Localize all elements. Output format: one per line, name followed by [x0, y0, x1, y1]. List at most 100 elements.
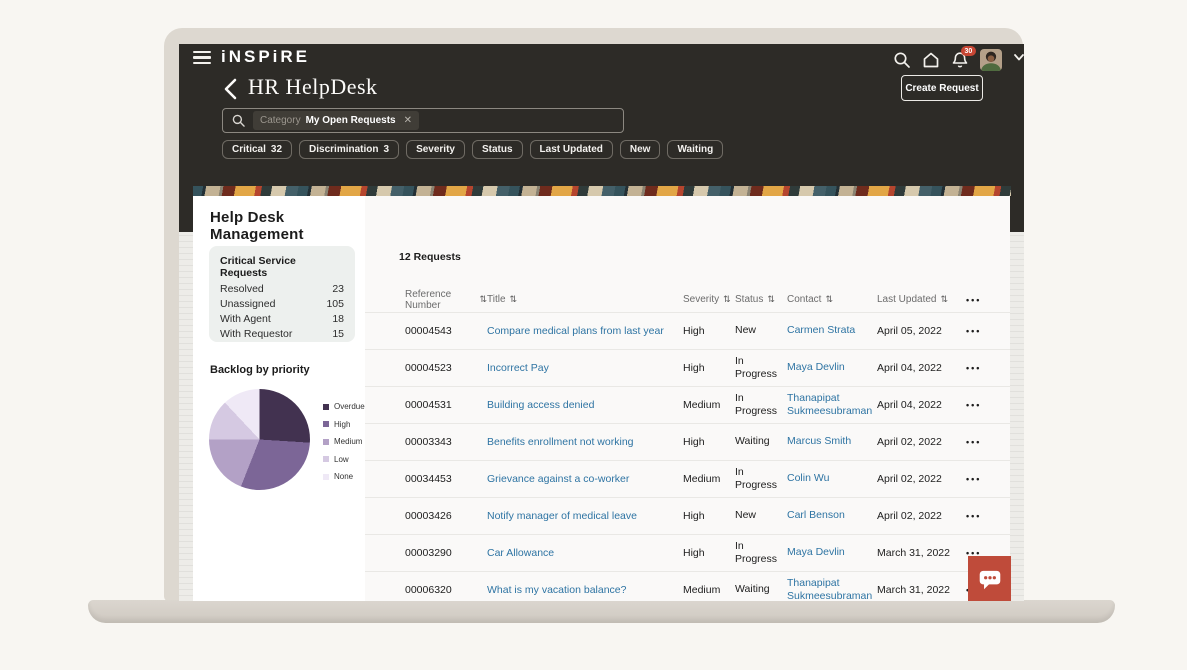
- sort-icon[interactable]: ⇅: [479, 294, 487, 305]
- cell-contact-link[interactable]: Maya Devlin: [787, 546, 877, 559]
- column-header-label: Reference Number: [405, 289, 475, 311]
- filter-chip-critical[interactable]: Critical32: [222, 140, 292, 159]
- column-header-status[interactable]: Status⇅: [735, 294, 787, 305]
- back-arrow-icon[interactable]: [222, 78, 238, 100]
- legend-marker: [323, 421, 329, 427]
- sort-icon[interactable]: ⇅: [767, 294, 775, 305]
- chip-value: My Open Requests: [306, 115, 396, 126]
- cell-contact-link[interactable]: Carl Benson: [787, 509, 877, 522]
- cell-title-link[interactable]: Notify manager of medical leave: [487, 510, 683, 522]
- row-overflow-icon[interactable]: •••: [966, 363, 1010, 373]
- hamburger-menu-icon[interactable]: [193, 51, 211, 64]
- filter-chip-discrimination[interactable]: Discrimination3: [299, 140, 399, 159]
- legend-item-medium: Medium: [323, 437, 365, 446]
- cell-severity: Medium: [683, 399, 735, 411]
- column-header-label: Title: [487, 294, 506, 305]
- stats-label: With Requestor: [220, 327, 292, 342]
- sidebar-title: Help Desk Management: [210, 209, 365, 243]
- legend-item-none: None: [323, 472, 365, 481]
- chat-widget-button[interactable]: [968, 556, 1011, 601]
- stats-label: Unassigned: [220, 297, 275, 312]
- cell-title-link[interactable]: Building access denied: [487, 399, 683, 411]
- cell-severity: High: [683, 547, 735, 559]
- cell-contact-link[interactable]: Carmen Strata: [787, 324, 877, 337]
- request-count-label: 12 Requests: [399, 251, 461, 263]
- cell-severity: High: [683, 510, 735, 522]
- chip-close-icon[interactable]: ✕: [404, 115, 412, 126]
- cell-title-link[interactable]: Grievance against a co-worker: [487, 473, 683, 485]
- table-row[interactable]: 00003290Car AllowanceHighIn ProgressMaya…: [365, 534, 1010, 571]
- create-request-button[interactable]: Create Request: [901, 75, 983, 101]
- filter-chip-label: Critical: [232, 144, 266, 155]
- cell-contact-link[interactable]: Thanapipat Sukmeesubraman: [787, 392, 877, 418]
- stats-label: With Agent: [220, 312, 271, 327]
- cell-contact-link[interactable]: Colin Wu: [787, 472, 877, 485]
- filter-chip-new[interactable]: New: [620, 140, 661, 159]
- sort-icon[interactable]: ⇅: [510, 294, 518, 305]
- cell-severity: High: [683, 325, 735, 337]
- table-row[interactable]: 00006320What is my vacation balance?Medi…: [365, 571, 1010, 601]
- cell-contact-link[interactable]: Thanapipat Sukmeesubraman: [787, 577, 877, 601]
- sort-icon[interactable]: ⇅: [941, 294, 949, 305]
- row-overflow-icon[interactable]: •••: [966, 326, 1010, 336]
- stats-card-title: Critical Service Requests: [220, 255, 344, 279]
- user-avatar[interactable]: [980, 49, 1002, 71]
- row-overflow-icon[interactable]: •••: [966, 400, 1010, 410]
- filter-chip-last-updated[interactable]: Last Updated: [530, 140, 613, 159]
- cell-contact-link[interactable]: Marcus Smith: [787, 435, 877, 448]
- row-overflow-icon[interactable]: •••: [966, 474, 1010, 484]
- row-overflow-icon[interactable]: •••: [966, 437, 1010, 447]
- filter-chip-severity[interactable]: Severity: [406, 140, 465, 159]
- cell-status: Waiting: [735, 435, 787, 448]
- table-row[interactable]: 00003343Benefits enrollment not workingH…: [365, 423, 1010, 460]
- home-icon[interactable]: [922, 51, 940, 69]
- column-header-last-updated[interactable]: Last Updated⇅: [877, 294, 966, 305]
- filter-chip-waiting[interactable]: Waiting: [667, 140, 723, 159]
- cell-reference-number: 00004531: [405, 399, 487, 411]
- critical-service-requests-card: Critical Service Requests Resolved23Unas…: [209, 246, 355, 342]
- column-header-contact[interactable]: Contact⇅: [787, 294, 877, 305]
- cell-title-link[interactable]: Compare medical plans from last year: [487, 325, 683, 337]
- cell-last-updated: April 05, 2022: [877, 325, 966, 337]
- search-filter-chip[interactable]: Category My Open Requests ✕: [253, 111, 419, 130]
- cell-title-link[interactable]: Benefits enrollment not working: [487, 436, 683, 448]
- legend-label: None: [334, 472, 353, 481]
- search-input[interactable]: Category My Open Requests ✕: [222, 108, 624, 133]
- chevron-down-icon[interactable]: [1013, 51, 1024, 69]
- column-header-severity[interactable]: Severity⇅: [683, 294, 735, 305]
- cell-title-link[interactable]: What is my vacation balance?: [487, 584, 683, 596]
- cell-title-link[interactable]: Incorrect Pay: [487, 362, 683, 374]
- stats-row: Unassigned105: [220, 297, 344, 312]
- left-edge-texture: [179, 232, 193, 601]
- notifications-bell-icon[interactable]: 30: [951, 51, 969, 69]
- table-row[interactable]: 00004543Compare medical plans from last …: [365, 312, 1010, 349]
- table-row[interactable]: 00004531Building access deniedMediumIn P…: [365, 386, 1010, 423]
- cell-contact-link[interactable]: Maya Devlin: [787, 361, 877, 374]
- table-row[interactable]: 00034453Grievance against a co-workerMed…: [365, 460, 1010, 497]
- column-header-reference-number[interactable]: Reference Number ⇅: [405, 289, 487, 311]
- table-row[interactable]: 00004523Incorrect PayHighIn ProgressMaya…: [365, 349, 1010, 386]
- row-overflow-icon[interactable]: •••: [966, 511, 1010, 521]
- notification-badge: 30: [961, 46, 976, 56]
- cell-status: Waiting: [735, 583, 787, 596]
- cell-status: In Progress: [735, 540, 787, 566]
- filter-chip-count: 3: [384, 144, 390, 155]
- stats-value: 15: [332, 327, 344, 342]
- cell-severity: Medium: [683, 473, 735, 485]
- stats-row: Resolved23: [220, 282, 344, 297]
- cell-reference-number: 00003290: [405, 547, 487, 559]
- cell-last-updated: March 31, 2022: [877, 584, 966, 596]
- sort-icon[interactable]: ⇅: [825, 294, 833, 305]
- filter-chip-status[interactable]: Status: [472, 140, 523, 159]
- table-header-overflow-icon[interactable]: •••: [966, 295, 1010, 305]
- legend-item-low: Low: [323, 455, 365, 464]
- decorative-banner: [193, 186, 1011, 196]
- table-row[interactable]: 00003426Notify manager of medical leaveH…: [365, 497, 1010, 534]
- sort-icon[interactable]: ⇅: [723, 294, 731, 305]
- cell-title-link[interactable]: Car Allowance: [487, 547, 683, 559]
- cell-severity: High: [683, 436, 735, 448]
- search-icon[interactable]: [893, 51, 911, 69]
- right-scrollbar-strip[interactable]: [1010, 232, 1024, 601]
- app-screen: iNSPiRE 30 HR HelpDesk Create Request Ca…: [179, 44, 1024, 601]
- column-header-title[interactable]: Title ⇅: [487, 294, 683, 305]
